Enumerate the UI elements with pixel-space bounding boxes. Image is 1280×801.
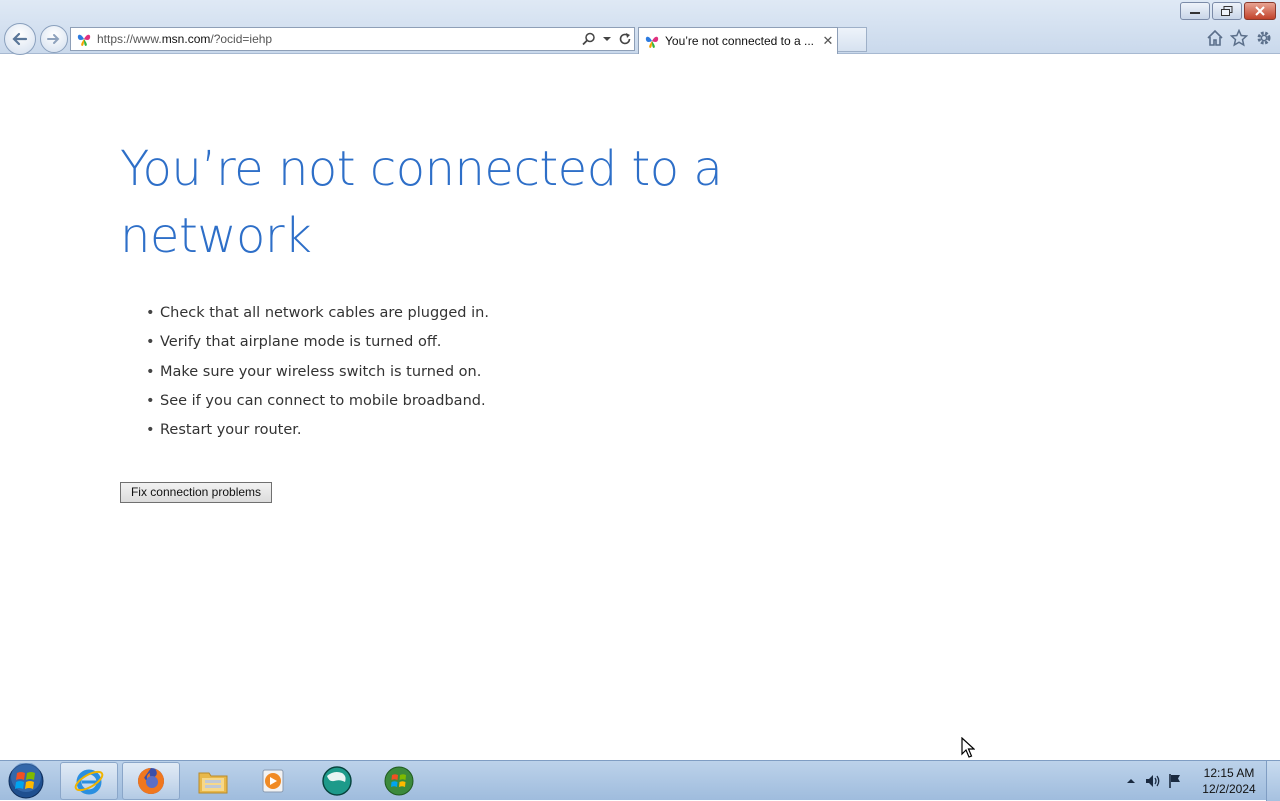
forward-button[interactable] [40, 25, 68, 53]
show-desktop-button[interactable] [1266, 761, 1280, 801]
address-url[interactable]: https://www.msn.com/?ocid=iehp [97, 32, 580, 46]
minimize-icon [1190, 12, 1200, 14]
show-hidden-icons-icon[interactable] [1120, 770, 1142, 792]
minimize-button[interactable] [1180, 2, 1210, 20]
taskbar-app-globe[interactable] [308, 762, 366, 800]
address-bar[interactable]: https://www.msn.com/?ocid=iehp [70, 27, 635, 51]
page-title: You’re not connected to a network [120, 141, 723, 264]
back-arrow-icon [12, 32, 28, 46]
tip-text: Check that all network cables are plugge… [160, 305, 489, 321]
windows-update-icon [384, 766, 414, 796]
system-tray [1120, 761, 1186, 801]
globe-app-icon [322, 766, 352, 796]
list-item: • Check that all network cables are plugg… [146, 300, 489, 329]
list-item: • Verify that airplane mode is turned off… [146, 329, 489, 358]
msn-butterfly-icon [75, 30, 93, 48]
back-button[interactable] [4, 23, 36, 55]
list-item: • Make sure your wireless switch is turne… [146, 359, 489, 388]
internet-explorer-icon [74, 769, 104, 795]
restore-button[interactable] [1212, 2, 1242, 20]
url-prefix: https://www. [97, 32, 162, 46]
tip-text: Verify that airplane mode is turned off. [160, 334, 442, 351]
url-suffix: /?ocid=iehp [210, 32, 273, 46]
taskbar-firefox[interactable] [122, 762, 180, 800]
fix-connection-problems-button[interactable]: Fix connection problems [120, 482, 272, 503]
close-icon [1255, 6, 1265, 16]
bullet: • [146, 392, 155, 409]
browser-toolbar: https://www.msn.com/?ocid=iehp You’re no… [0, 0, 1280, 55]
list-item: • See if you can connect to mobile broadb… [146, 388, 489, 417]
clock-date: 12/2/2024 [1202, 782, 1256, 796]
tab-title: You’re not connected to a ... [665, 34, 814, 48]
tools-gear-icon[interactable] [1254, 28, 1274, 48]
refresh-icon[interactable] [616, 29, 634, 49]
bullet: • [146, 363, 155, 380]
search-dropdown-icon[interactable] [598, 29, 616, 49]
taskbar: 12:15 AM 12/2/2024 [0, 760, 1280, 801]
tip-text: Make sure your wireless switch is turned… [160, 363, 482, 380]
taskbar-internet-explorer[interactable] [60, 762, 118, 800]
volume-icon[interactable] [1142, 770, 1164, 792]
close-window-button[interactable] [1244, 2, 1276, 20]
msn-butterfly-icon [643, 32, 661, 50]
windows-logo-icon [8, 763, 44, 799]
taskbar-windows-update[interactable] [370, 762, 428, 800]
list-item: • Restart your router. [146, 417, 489, 446]
search-icon[interactable] [580, 29, 598, 49]
troubleshooting-tips-list: • Check that all network cables are plugg… [146, 300, 489, 446]
bullet: • [146, 305, 155, 321]
bullet: • [146, 422, 155, 439]
forward-arrow-icon [47, 34, 60, 44]
restore-icon [1221, 6, 1233, 16]
new-tab-button[interactable] [838, 27, 867, 52]
close-tab-icon[interactable]: ✕ [819, 34, 837, 49]
bullet: • [146, 334, 155, 351]
taskbar-file-explorer[interactable] [184, 762, 242, 800]
home-icon[interactable] [1205, 28, 1225, 48]
clock-time: 12:15 AM [1203, 766, 1255, 780]
start-button[interactable] [6, 763, 46, 799]
tip-text: Restart your router. [160, 422, 302, 439]
media-player-icon [262, 769, 284, 793]
url-domain: msn.com [161, 32, 211, 46]
favorites-star-icon[interactable] [1229, 28, 1249, 48]
taskbar-media-player[interactable] [245, 762, 303, 800]
tab-active[interactable]: You’re not connected to a ... ✕ [638, 27, 838, 54]
system-clock[interactable]: 12:15 AM 12/2/2024 [1196, 765, 1262, 797]
tip-text: See if you can connect to mobile broadba… [160, 392, 486, 409]
firefox-icon [138, 768, 164, 794]
folder-icon [198, 772, 228, 794]
window-controls [1180, 2, 1276, 20]
action-center-flag-icon[interactable] [1164, 770, 1186, 792]
